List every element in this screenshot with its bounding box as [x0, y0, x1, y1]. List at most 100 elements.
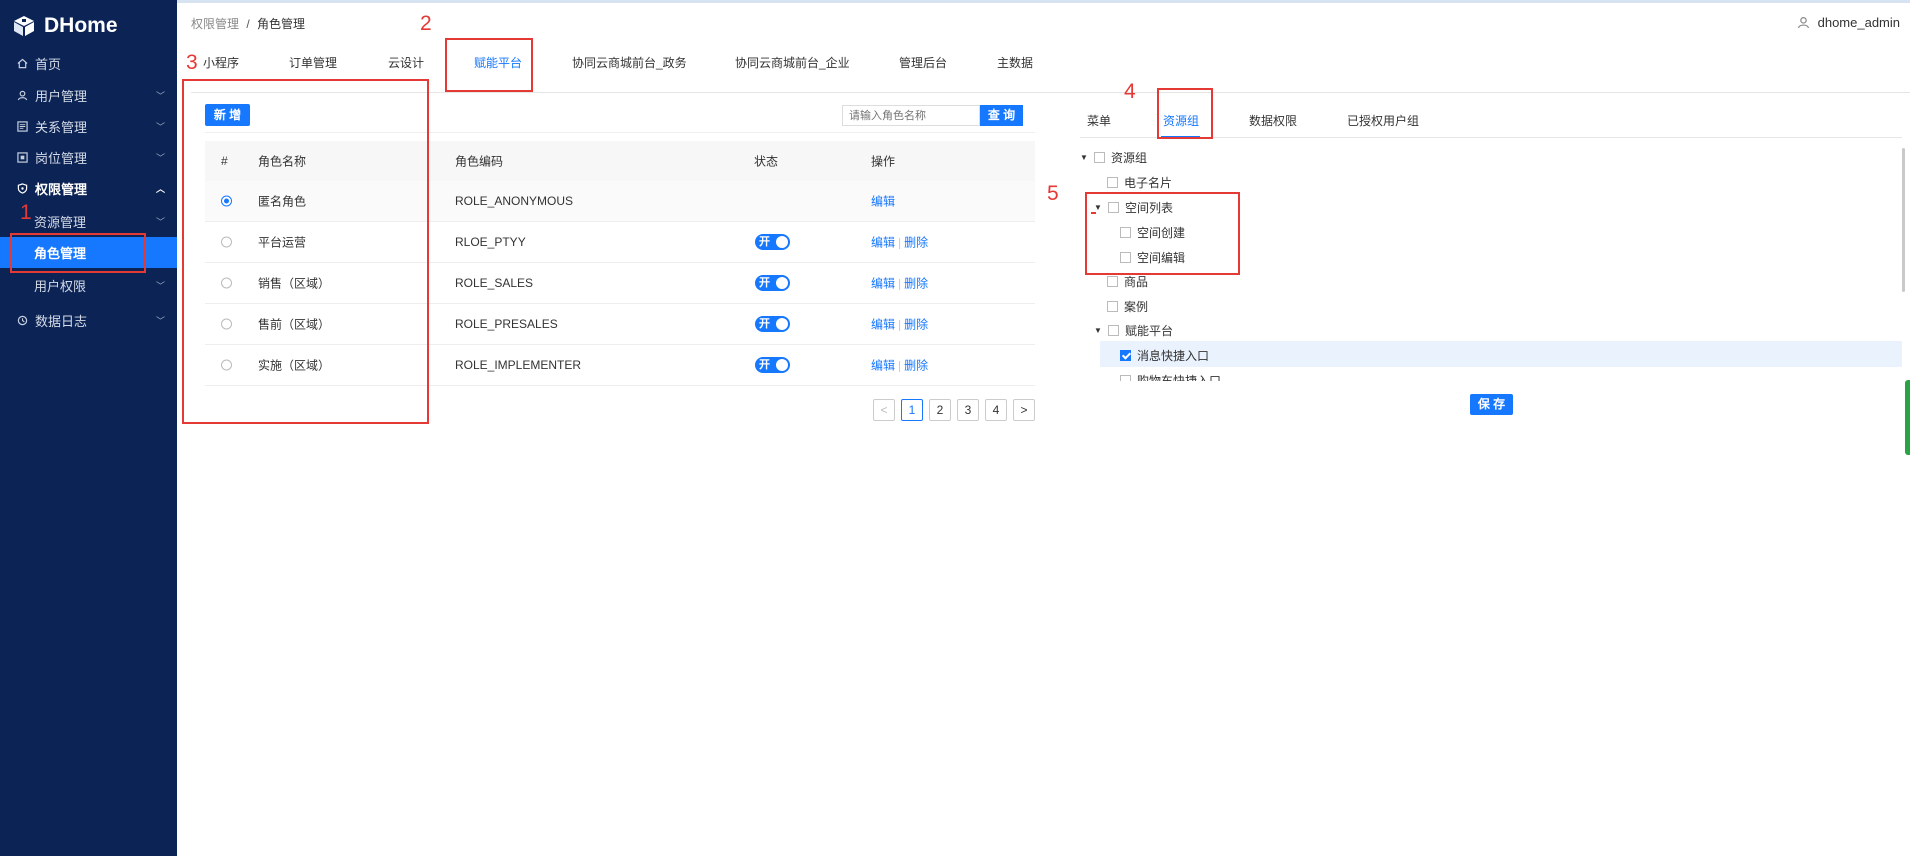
sidebar-item-home[interactable]: 首页 [0, 48, 177, 79]
edit-link[interactable]: 编辑 [871, 277, 895, 291]
role-code: ROLE_ANONYMOUS [455, 194, 574, 208]
sidebar-item-label: 用户权限 [34, 279, 87, 294]
delete-link[interactable]: 删除 [904, 277, 928, 291]
sidebar-item-relations[interactable]: 关系管理 ﹀ [0, 111, 177, 142]
next-page-button[interactable]: > [1013, 399, 1035, 421]
page-button[interactable]: 2 [929, 399, 951, 421]
edit-link[interactable]: 编辑 [871, 318, 895, 332]
tree-scrollbar[interactable] [1902, 148, 1905, 292]
edit-link[interactable]: 编辑 [871, 359, 895, 373]
role-code: ROLE_PRESALES [455, 317, 558, 331]
tree-node[interactable]: 案例 [1107, 296, 1148, 316]
tree-node[interactable]: 购物车快捷入口 [1120, 370, 1221, 381]
status-toggle[interactable]: 开 [755, 234, 790, 250]
tabs-divider [191, 92, 1910, 93]
tab-order-management[interactable]: 订单管理 [289, 46, 337, 71]
side-widget-tab[interactable] [1905, 380, 1910, 455]
page-button[interactable]: 1 [901, 399, 923, 421]
chevron-down-icon: ﹀ [155, 122, 165, 132]
user-menu[interactable]: dhome_admin [1797, 15, 1900, 30]
breadcrumb-parent[interactable]: 权限管理 [191, 17, 239, 31]
edit-link[interactable]: 编辑 [871, 193, 895, 210]
column-header-actions: 操作 [871, 154, 896, 169]
save-button[interactable]: 保 存 [1470, 394, 1513, 415]
log-icon [15, 314, 29, 328]
status-toggle[interactable]: 开 [755, 357, 790, 373]
tree-node[interactable]: ▼ 资源组 [1080, 147, 1147, 167]
tree-checkbox[interactable] [1108, 324, 1119, 336]
tree-node-label: 赋能平台 [1125, 323, 1174, 338]
tree-node-label: 购物车快捷入口 [1137, 373, 1222, 382]
sidebar-item-users[interactable]: 用户管理 ﹀ [0, 80, 177, 111]
column-header-code: 角色编码 [455, 154, 504, 169]
post-icon [15, 151, 29, 165]
tab-admin-backend[interactable]: 管理后台 [899, 46, 947, 71]
annotation-number-3: 3 [186, 51, 198, 74]
sidebar-item-label: 资源管理 [34, 215, 87, 230]
status-toggle[interactable]: 开 [755, 316, 790, 332]
top-border [0, 0, 1910, 3]
action-separator: | [898, 276, 902, 291]
annotation-box-1 [10, 233, 146, 273]
tree-node-label: 商品 [1124, 274, 1149, 289]
action-separator: | [898, 358, 902, 373]
breadcrumb-separator: / [246, 17, 250, 31]
tab-menu[interactable]: 菜单 [1087, 112, 1111, 129]
role-code: RLOE_PTYY [455, 235, 526, 249]
app-logo[interactable]: DHome [0, 0, 177, 52]
delete-link[interactable]: 删除 [904, 236, 928, 250]
role-code: ROLE_SALES [455, 276, 534, 290]
edit-link[interactable]: 编辑 [871, 236, 895, 250]
tab-mini-program[interactable]: 小程序 [203, 46, 239, 71]
sidebar-item-permissions[interactable]: 权限管理 ︿ [0, 173, 177, 204]
tree-checkbox[interactable] [1107, 300, 1118, 312]
tree-node-label: 消息快捷入口 [1137, 348, 1210, 363]
delete-link[interactable]: 删除 [904, 359, 928, 373]
tree-node[interactable]: 消息快捷入口 [1120, 345, 1209, 365]
tree-node-label: 案例 [1124, 299, 1149, 314]
tab-cloud-design[interactable]: 云设计 [388, 46, 424, 71]
tree-node[interactable]: 电子名片 [1107, 172, 1172, 192]
breadcrumb-current: 角色管理 [257, 17, 306, 31]
prev-page-button[interactable]: < [873, 399, 895, 421]
annotation-box-2 [445, 38, 533, 92]
tab-mall-government[interactable]: 协同云商城前台_政务 [572, 46, 687, 71]
chevron-down-icon: ﹀ [155, 153, 165, 163]
tree-node-label: 电子名片 [1124, 175, 1173, 190]
row-actions: 编辑 | 删除 [871, 234, 928, 251]
status-toggle[interactable]: 开 [755, 275, 790, 291]
page-button[interactable]: 3 [957, 399, 979, 421]
page-button[interactable]: 4 [985, 399, 1007, 421]
action-separator: | [898, 317, 902, 332]
tab-authorized-user-groups[interactable]: 已授权用户组 [1347, 112, 1419, 129]
caret-down-icon[interactable]: ▼ [1080, 153, 1088, 162]
tree-checkbox[interactable] [1107, 275, 1118, 287]
sidebar-item-label: 关系管理 [35, 120, 88, 135]
tree-checkbox[interactable] [1107, 176, 1118, 188]
sidebar-item-user-permissions[interactable]: 用户权限 ﹀ [0, 270, 177, 301]
column-header-status: 状态 [754, 154, 779, 169]
tab-mall-enterprise[interactable]: 协同云商城前台_企业 [735, 46, 850, 71]
tree-node[interactable]: ▼ 赋能平台 [1094, 320, 1173, 340]
tab-master-data[interactable]: 主数据 [997, 46, 1033, 71]
sidebar-item-label: 数据日志 [35, 314, 88, 329]
chevron-down-icon: ﹀ [155, 217, 165, 227]
sidebar-item-label: 权限管理 [35, 182, 88, 197]
user-icon [15, 89, 29, 103]
role-search-input[interactable] [842, 105, 980, 126]
annotation-number-4: 4 [1124, 80, 1136, 103]
sidebar-item-posts[interactable]: 岗位管理 ﹀ [0, 142, 177, 173]
role-code: ROLE_IMPLEMENTER [455, 358, 582, 372]
sidebar-item-data-log[interactable]: 数据日志 ﹀ [0, 305, 177, 336]
annotation-number-5: 5 [1047, 182, 1059, 205]
caret-down-icon[interactable]: ▼ [1094, 326, 1102, 335]
tree-checkbox-checked[interactable] [1120, 349, 1131, 361]
delete-link[interactable]: 删除 [904, 318, 928, 332]
chevron-down-icon: ﹀ [155, 316, 165, 326]
tab-data-permission[interactable]: 数据权限 [1249, 112, 1297, 129]
username: dhome_admin [1817, 15, 1900, 30]
query-button[interactable]: 查 询 [980, 105, 1023, 126]
home-icon [15, 57, 29, 71]
tree-checkbox[interactable] [1094, 151, 1105, 163]
tree-checkbox[interactable] [1120, 374, 1131, 381]
